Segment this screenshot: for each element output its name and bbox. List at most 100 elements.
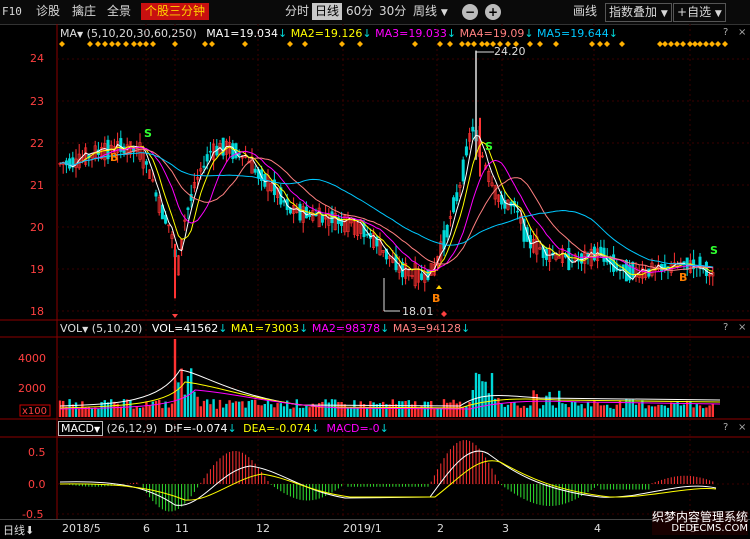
volume-bar	[282, 406, 286, 417]
volume-bar	[138, 407, 142, 417]
volume-bar	[654, 406, 657, 417]
volume-bar	[657, 404, 660, 417]
candle-body	[186, 207, 190, 210]
candle-body	[365, 234, 369, 236]
signal-diamonds	[59, 41, 728, 47]
price-axis: 24 23 22 21 20 19 18	[30, 52, 44, 318]
signal-diamond	[722, 41, 728, 47]
signal-diamond	[447, 41, 453, 47]
date-tick: 2018/5	[62, 522, 101, 535]
volume-bar	[257, 404, 260, 417]
volume-bar	[538, 408, 542, 417]
volume-bar	[609, 407, 612, 417]
candle-body	[461, 159, 465, 182]
signal-diamond	[553, 41, 559, 47]
signal-diamond	[150, 41, 156, 47]
volume-bar	[692, 407, 695, 417]
candle-body	[237, 153, 241, 156]
volume-bar	[366, 407, 369, 417]
volume-bar	[234, 401, 238, 417]
stock-chart[interactable]: 24 23 22 21 20 19 18 4000 2000 x100 0.5 …	[0, 0, 750, 519]
high-label: 24.20	[494, 45, 526, 58]
period-mode-button[interactable]: 日线⬇	[3, 522, 34, 538]
signal-diamond	[172, 41, 178, 47]
signal-diamond	[339, 41, 345, 47]
volume-bar	[644, 408, 647, 417]
candle-body	[208, 150, 212, 153]
volume-bar	[548, 391, 551, 417]
volume-bar	[580, 404, 583, 417]
trade-signals: S B S B S B	[110, 127, 718, 318]
volume-bar	[625, 399, 628, 417]
volume-bar	[132, 408, 135, 417]
volume-bar	[94, 407, 97, 417]
volume-bar	[106, 402, 110, 417]
volume-bar	[343, 404, 346, 417]
volume-bar	[666, 407, 670, 417]
signal-diamond	[143, 41, 149, 47]
candle-body	[426, 269, 430, 280]
signal-diamond	[527, 41, 533, 47]
volume-bar	[273, 407, 276, 417]
signal-diamond	[137, 41, 143, 47]
volume-bar	[481, 381, 484, 417]
volume-bar	[247, 401, 250, 417]
volume-bar	[577, 405, 580, 417]
volume-bar	[346, 408, 350, 417]
volume-bar	[516, 405, 519, 417]
volume-bar	[596, 402, 599, 417]
candle-body	[685, 257, 689, 270]
price-tick: 23	[30, 95, 44, 108]
volume-bar	[382, 401, 385, 417]
watermark: 织梦内容管理系统 DEDECMS.COM	[651, 511, 748, 535]
volume-bar	[164, 401, 167, 417]
signal-diamond	[680, 41, 686, 47]
signal-diamond	[537, 41, 543, 47]
candle-body	[464, 146, 468, 156]
volume-bar	[78, 408, 81, 417]
volume-bar	[682, 404, 686, 417]
volume-bar	[295, 399, 298, 417]
volume-bar	[250, 399, 254, 417]
candle-body	[362, 223, 366, 238]
buy-signal: B	[679, 271, 687, 284]
signal-diamond	[674, 41, 680, 47]
volume-bar	[71, 404, 74, 417]
volume-bar	[97, 408, 100, 417]
volume-bar	[698, 405, 702, 417]
diamond-icon	[441, 311, 447, 317]
volume-bar	[650, 406, 654, 417]
volume-bar	[362, 404, 366, 417]
volume-bar	[590, 406, 593, 417]
candle-body	[580, 253, 584, 264]
signal-diamond	[412, 41, 418, 47]
volume-bar	[561, 403, 564, 417]
signal-diamond	[357, 41, 363, 47]
volume-bar	[167, 407, 170, 417]
volume-bar	[206, 399, 209, 417]
volume-bar	[510, 402, 513, 417]
volume-tick: 4000	[18, 352, 46, 365]
volume-axis: 4000 2000 x100	[18, 352, 51, 417]
candle-body	[420, 273, 424, 280]
volume-bar	[305, 405, 308, 417]
candle-body	[471, 126, 475, 132]
volume-bar	[574, 401, 577, 417]
price-tick: 20	[30, 221, 44, 234]
candle-body	[592, 246, 596, 261]
volume-bar	[583, 408, 586, 417]
volume-bar	[702, 408, 705, 417]
volume-bar	[558, 390, 561, 417]
volume-bar	[356, 407, 359, 417]
volume-bar	[484, 381, 487, 417]
volume-bar	[337, 401, 340, 417]
candlesticks	[58, 50, 715, 299]
volume-bar	[222, 407, 225, 417]
volume-bar	[375, 404, 378, 417]
buy-signal: B	[110, 151, 118, 164]
signal-diamond	[471, 41, 477, 47]
volume-bar	[183, 394, 186, 417]
signal-diamond	[59, 41, 65, 47]
volume-bar	[708, 405, 711, 417]
signal-diamond	[209, 41, 215, 47]
